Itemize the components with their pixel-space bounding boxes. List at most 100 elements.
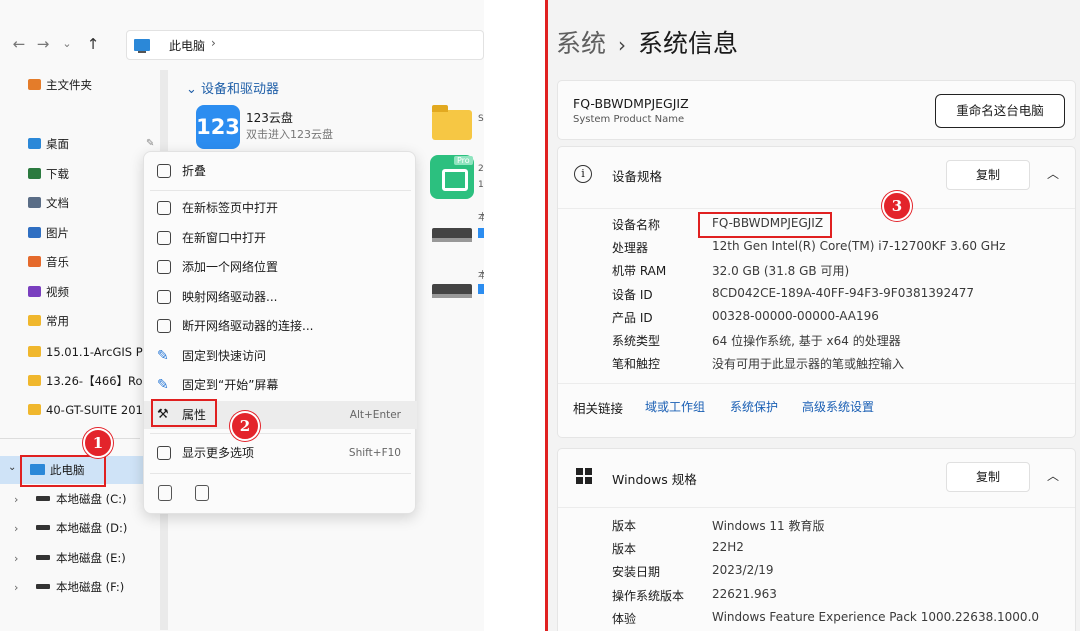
menu-item-open-new-tab[interactable]: 在新标签页中打开 xyxy=(144,194,417,222)
folder-icon xyxy=(28,138,41,149)
menu-item-collapse[interactable]: 折叠 xyxy=(144,157,417,185)
cloud-drive-name[interactable]: 123云盘 xyxy=(246,109,293,126)
hard-drive-icon[interactable] xyxy=(432,228,472,242)
menu-item-add-network-location[interactable]: 添加一个网络位置 xyxy=(144,253,417,281)
sidebar-item[interactable]: 13.26-【466】Rob xyxy=(28,370,150,392)
spec-label: 产品 ID xyxy=(612,310,653,325)
spec-value[interactable]: Windows 11 教育版 xyxy=(712,517,824,534)
sidebar-divider xyxy=(0,438,140,439)
truncated-label: S xyxy=(478,114,484,124)
forward-arrow-icon[interactable]: → xyxy=(32,32,54,56)
sidebar-item-drive[interactable]: › 本地磁盘 (E:) xyxy=(14,548,126,568)
spec-value[interactable]: 8CD042CE-189A-40FF-94F3-9F0381392477 xyxy=(712,286,974,300)
spec-label: 安装日期 xyxy=(612,565,661,580)
folder-icon xyxy=(28,346,41,357)
spec-value[interactable]: 00328-00000-00000-AA196 xyxy=(712,309,879,323)
up-arrow-icon[interactable]: ↑ xyxy=(82,32,104,56)
sidebar-item[interactable]: 音乐 xyxy=(28,251,69,273)
drive-icon xyxy=(36,555,50,560)
address-bar[interactable]: 此电脑 › xyxy=(126,30,484,60)
address-location-text: 此电脑 xyxy=(169,39,206,53)
truncated-label: 本 xyxy=(478,271,484,281)
network-location-icon xyxy=(157,260,171,274)
sidebar-item[interactable]: 文档 xyxy=(28,192,69,214)
menu-item-disconnect-network-drive[interactable]: 断开网络驱动器的连接... xyxy=(144,312,417,340)
spec-value[interactable]: 没有可用于此显示器的笔或触控输入 xyxy=(712,355,904,372)
sidebar-item[interactable]: 视频 xyxy=(28,281,69,303)
spec-value[interactable]: Windows Feature Experience Pack 1000.226… xyxy=(712,610,1039,624)
spec-label: 笔和触控 xyxy=(612,357,661,372)
menu-item-label: 固定到“开始”屏幕 xyxy=(182,378,279,392)
sidebar-item[interactable]: 常用 xyxy=(28,310,69,332)
rename-icon[interactable] xyxy=(158,485,172,501)
spec-value[interactable]: 22621.963 xyxy=(712,587,777,601)
sidebar-item-label: 本地磁盘 (D:) xyxy=(56,521,128,535)
sidebar-item-label: 常用 xyxy=(46,314,69,328)
device-name-highlight-box xyxy=(698,212,832,238)
new-tab-icon xyxy=(157,201,171,215)
spec-value[interactable]: 2023/2/19 xyxy=(712,563,774,577)
menu-item-map-network-drive[interactable]: 映射网络驱动器... xyxy=(144,283,417,311)
folder-icon[interactable] xyxy=(432,105,472,140)
new-window-icon xyxy=(157,231,171,245)
devices-and-drives-header[interactable]: ⌄ 设备和驱动器 xyxy=(186,78,279,97)
spec-label: 机带 RAM xyxy=(612,264,667,279)
menu-item-label: 在新标签页中打开 xyxy=(182,201,279,215)
drive-usage-bar xyxy=(478,284,484,294)
sidebar-item-label: 桌面 xyxy=(46,137,69,151)
file-explorer-window: ← → ⌄ ↑ 此电脑 › 主文件夹 桌面下载文档图片音乐视频常用 15.01.1… xyxy=(0,0,484,631)
sidebar-item-drive[interactable]: › 本地磁盘 (F:) xyxy=(14,577,124,597)
sidebar-item[interactable]: 40-GT-SUITE 2016 xyxy=(28,399,150,421)
copy-device-specs-button[interactable]: 复制 xyxy=(946,160,1030,190)
this-pc-monitor-icon xyxy=(134,39,150,53)
menu-item-open-new-window[interactable]: 在新窗口中打开 xyxy=(144,224,417,252)
menu-separator xyxy=(150,473,411,474)
folder-icon xyxy=(28,375,41,386)
chevron-right-icon[interactable]: › xyxy=(14,519,26,539)
sidebar-item-drive[interactable]: › 本地磁盘 (C:) xyxy=(14,489,127,509)
chevron-right-icon[interactable]: › xyxy=(14,490,26,510)
network-drive-icon xyxy=(157,290,171,304)
properties-highlight-box xyxy=(151,399,217,427)
chevron-right-icon[interactable]: › xyxy=(14,549,26,569)
address-chevron-right-icon[interactable]: › xyxy=(211,36,216,50)
123-cloud-logo-icon[interactable]: 123 xyxy=(196,105,240,149)
link-domain-workgroup[interactable]: 域或工作组 xyxy=(645,398,705,415)
spec-value[interactable]: 12th Gen Intel(R) Core(TM) i7-12700KF 3.… xyxy=(712,239,1005,253)
card-divider xyxy=(558,507,1075,508)
breadcrumb-parent[interactable]: 系统 xyxy=(556,29,606,58)
spec-value[interactable]: 64 位操作系统, 基于 x64 的处理器 xyxy=(712,332,901,349)
recent-locations-chevron-icon[interactable]: ⌄ xyxy=(56,32,78,56)
menu-item-label: 显示更多选项 xyxy=(182,446,255,460)
copy-windows-specs-button[interactable]: 复制 xyxy=(946,462,1030,492)
delete-trash-icon[interactable] xyxy=(195,485,209,501)
step-badge-3: 3 xyxy=(882,191,912,221)
link-advanced-system-settings[interactable]: 高级系统设置 xyxy=(802,398,874,415)
pin-icon[interactable]: ✎ xyxy=(146,138,154,149)
breadcrumb: 系统 › 系统信息 xyxy=(556,24,738,60)
link-system-protection[interactable]: 系统保护 xyxy=(730,398,778,415)
chevron-down-icon[interactable]: ⌄ xyxy=(8,462,16,473)
spec-value[interactable]: 32.0 GB (31.8 GB 可用) xyxy=(712,262,849,279)
chevron-right-icon[interactable]: › xyxy=(14,578,26,598)
sidebar-item[interactable]: 桌面 xyxy=(28,133,69,155)
spec-value[interactable]: 22H2 xyxy=(712,540,744,554)
sidebar-item[interactable]: 15.01.1-ArcGIS Pr xyxy=(28,341,147,363)
drive-icon xyxy=(36,584,50,589)
sidebar-item[interactable]: 图片 xyxy=(28,222,69,244)
menu-item-pin-quick-access[interactable]: ✎ 固定到快速访问 xyxy=(144,342,417,370)
back-arrow-icon[interactable]: ← xyxy=(8,32,30,56)
pc-name: FQ-BBWDMPJEGJIZ xyxy=(573,96,689,111)
menu-item-pin-start[interactable]: ✎ 固定到“开始”屏幕 xyxy=(144,371,417,399)
hard-drive-icon[interactable] xyxy=(432,284,472,298)
collapse-chevron-up-icon[interactable]: ︿ xyxy=(1047,467,1059,484)
menu-item-show-more-options[interactable]: 显示更多选项 Shift+F10 xyxy=(144,439,417,467)
page-title: 系统信息 xyxy=(638,29,739,58)
collapse-chevron-up-icon[interactable]: ︿ xyxy=(1047,165,1059,182)
sidebar-item-label: 视频 xyxy=(46,285,69,299)
rename-pc-button[interactable]: 重命名这台电脑 xyxy=(935,94,1065,128)
sidebar-item-drive[interactable]: › 本地磁盘 (D:) xyxy=(14,518,127,538)
sidebar-item-home[interactable]: 主文件夹 xyxy=(28,74,92,96)
sidebar-item[interactable]: 下载 xyxy=(28,163,69,185)
pin-icon: ✎ xyxy=(157,377,169,393)
